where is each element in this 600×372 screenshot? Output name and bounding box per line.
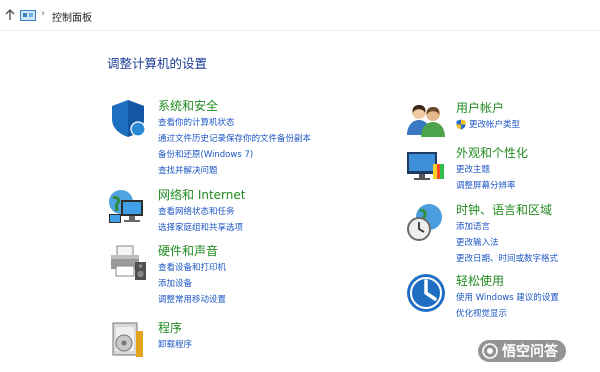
clock-globe-icon[interactable] bbox=[405, 201, 447, 243]
appearance-icon[interactable] bbox=[405, 144, 447, 186]
network-globe-icon[interactable] bbox=[107, 186, 149, 228]
category-title[interactable]: 系统和安全 bbox=[158, 97, 218, 114]
watermark: 悟空问答 bbox=[478, 340, 566, 362]
breadcrumb-chevron-icon[interactable]: › bbox=[41, 8, 45, 19]
control-panel-icon bbox=[20, 10, 36, 21]
shield-icon[interactable] bbox=[107, 97, 149, 139]
up-arrow-icon[interactable] bbox=[3, 8, 17, 22]
link-backup-restore[interactable]: 备份和还原(Windows 7) bbox=[158, 146, 311, 162]
programs-icon[interactable] bbox=[107, 319, 149, 361]
link-uninstall-program[interactable]: 卸载程序 bbox=[158, 336, 192, 352]
link-add-language[interactable]: 添加语言 bbox=[456, 218, 558, 234]
link-network-status[interactable]: 查看网络状态和任务 bbox=[158, 203, 243, 219]
category-title[interactable]: 硬件和声音 bbox=[158, 242, 218, 259]
link-file-history[interactable]: 通过文件历史记录保存你的文件备份副本 bbox=[158, 130, 311, 146]
category-title[interactable]: 用户帐户 bbox=[456, 99, 504, 116]
link-change-theme[interactable]: 更改主题 bbox=[456, 161, 516, 177]
link-label[interactable]: 更改帐户类型 bbox=[469, 118, 520, 130]
category-title[interactable]: 程序 bbox=[158, 319, 182, 336]
wukong-logo-icon bbox=[482, 343, 498, 359]
category-title[interactable]: 网络和 Internet bbox=[158, 186, 245, 203]
category-title[interactable]: 外观和个性化 bbox=[456, 144, 528, 161]
link-recommended-settings[interactable]: 使用 Windows 建议的设置 bbox=[456, 289, 559, 305]
link-mobility-settings[interactable]: 调整常用移动设置 bbox=[158, 291, 226, 307]
watermark-text: 悟空问答 bbox=[502, 344, 558, 360]
page-title: 调整计算机的设置 bbox=[107, 56, 208, 71]
link-add-device[interactable]: 添加设备 bbox=[158, 275, 226, 291]
uac-shield-icon bbox=[456, 119, 466, 129]
address-bar: › 控制面板 bbox=[0, 0, 600, 31]
printer-icon[interactable] bbox=[107, 242, 149, 284]
link-optimize-visual-display[interactable]: 优化视觉显示 bbox=[456, 305, 559, 321]
users-icon[interactable] bbox=[405, 99, 447, 141]
ease-of-access-icon[interactable] bbox=[405, 272, 447, 314]
category-title[interactable]: 轻松使用 bbox=[456, 272, 504, 289]
link-screen-resolution[interactable]: 调整屏幕分辨率 bbox=[456, 177, 516, 193]
link-date-time-format[interactable]: 更改日期、时间或数字格式 bbox=[456, 250, 558, 266]
link-devices-printers[interactable]: 查看设备和打印机 bbox=[158, 259, 226, 275]
link-view-computer-status[interactable]: 查看你的计算机状态 bbox=[158, 114, 311, 130]
link-change-account-type[interactable]: 更改帐户类型 bbox=[456, 116, 520, 132]
link-troubleshoot[interactable]: 查找并解决问题 bbox=[158, 162, 311, 178]
breadcrumb-control-panel[interactable]: 控制面板 bbox=[52, 9, 92, 24]
category-title[interactable]: 时钟、语言和区域 bbox=[456, 201, 552, 218]
link-change-input-method[interactable]: 更改输入法 bbox=[456, 234, 558, 250]
link-homegroup-sharing[interactable]: 选择家庭组和共享选项 bbox=[158, 219, 243, 235]
